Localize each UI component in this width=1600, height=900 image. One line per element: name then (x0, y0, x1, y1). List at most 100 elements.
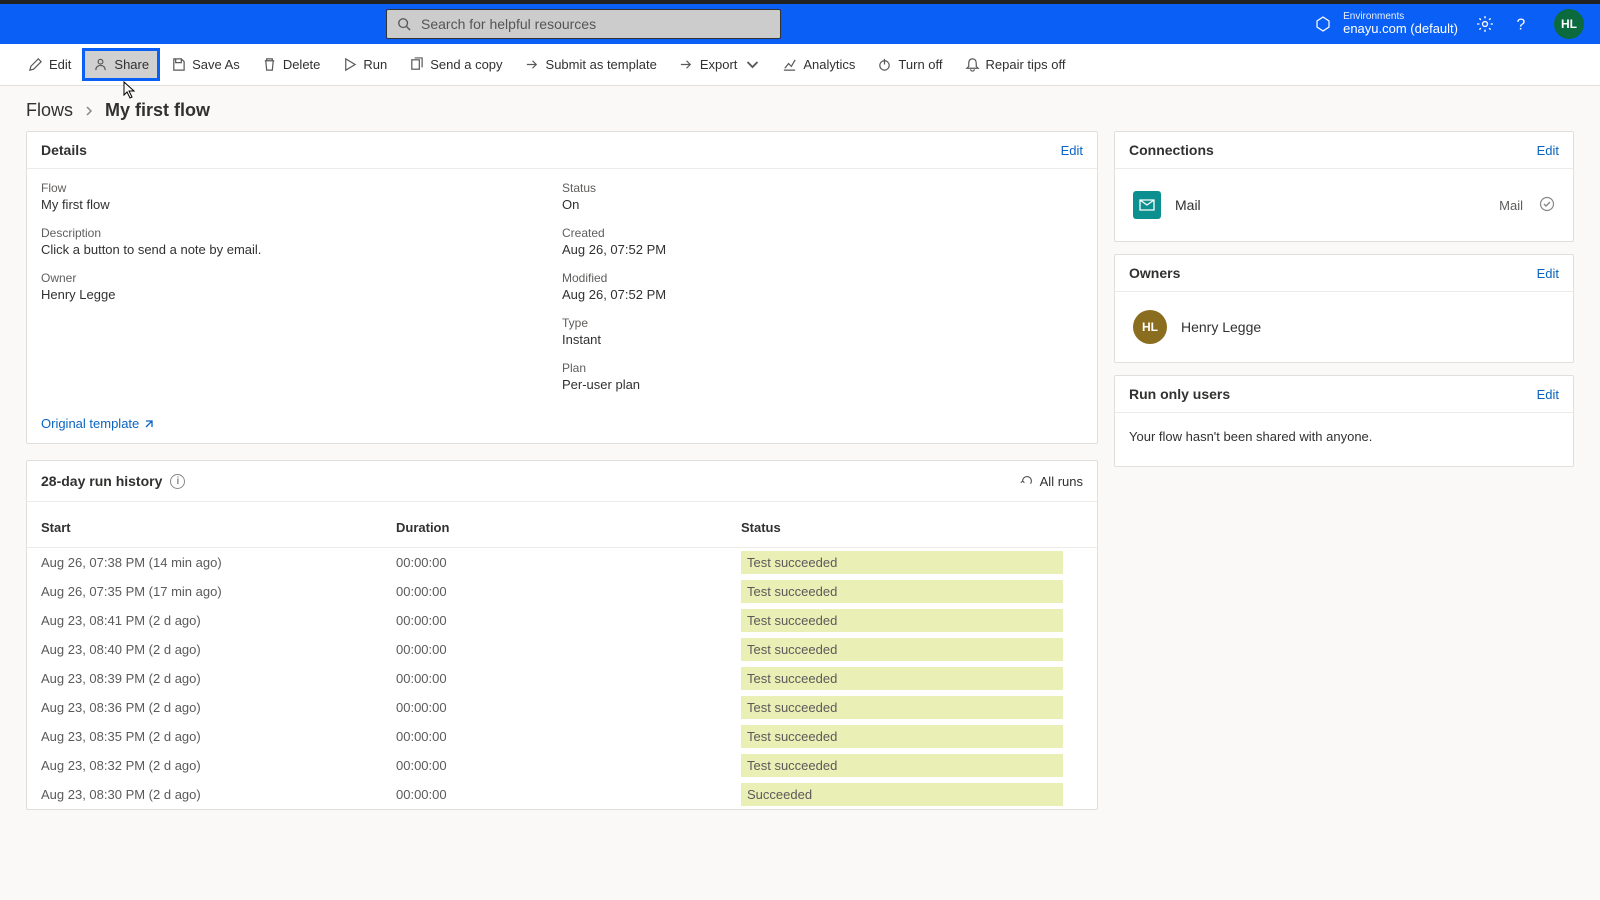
env-label: Environments (1343, 11, 1458, 22)
run-button[interactable]: Run (334, 51, 395, 78)
submit-icon (525, 57, 540, 72)
original-template-link[interactable]: Original template (27, 404, 1097, 443)
submit-template-button[interactable]: Submit as template (517, 51, 665, 78)
run-duration: 00:00:00 (396, 758, 741, 773)
run-status: Test succeeded (741, 667, 1063, 690)
status-label: Status (562, 181, 1083, 195)
run-duration: 00:00:00 (396, 613, 741, 628)
connection-name: Mail (1175, 197, 1499, 213)
check-icon (1539, 196, 1555, 215)
created-value: Aug 26, 07:52 PM (562, 242, 1083, 257)
runs-table: Start Duration Status Aug 26, 07:38 PM (… (27, 502, 1097, 809)
run-duration: 00:00:00 (396, 700, 741, 715)
pencil-icon (28, 57, 43, 72)
runs-title: 28-day run history (41, 473, 162, 489)
type-value: Instant (562, 332, 1083, 347)
run-only-card: Run only users Edit Your flow hasn't bee… (1114, 375, 1574, 467)
connections-title: Connections (1129, 142, 1214, 158)
details-edit-link[interactable]: Edit (1061, 143, 1083, 158)
run-duration: 00:00:00 (396, 787, 741, 802)
table-row[interactable]: Aug 23, 08:36 PM (2 d ago)00:00:00Test s… (27, 693, 1097, 722)
all-runs-link[interactable]: All runs (1020, 474, 1083, 489)
settings-icon[interactable] (1476, 15, 1494, 33)
table-row[interactable]: Aug 23, 08:39 PM (2 d ago)00:00:00Test s… (27, 664, 1097, 693)
svg-text:?: ? (1517, 17, 1526, 33)
run-status: Test succeeded (741, 580, 1063, 603)
run-status: Test succeeded (741, 609, 1063, 632)
edit-button[interactable]: Edit (20, 51, 79, 78)
col-duration: Duration (396, 520, 741, 535)
details-card: Details Edit Flow My first flow Descript… (26, 131, 1098, 444)
table-row[interactable]: Aug 23, 08:32 PM (2 d ago)00:00:00Test s… (27, 751, 1097, 780)
save-icon (171, 57, 186, 72)
search-input[interactable]: Search for helpful resources (386, 9, 781, 39)
share-button[interactable]: Share (85, 51, 157, 78)
breadcrumb-root[interactable]: Flows (26, 100, 73, 121)
chevron-right-icon (83, 105, 95, 117)
description-value: Click a button to send a note by email. (41, 242, 562, 257)
env-name: enayu.com (default) (1343, 22, 1458, 36)
external-link-icon (143, 418, 155, 430)
owner-name: Henry Legge (1181, 319, 1261, 335)
run-only-message: Your flow hasn't been shared with anyone… (1129, 425, 1559, 454)
modified-value: Aug 26, 07:52 PM (562, 287, 1083, 302)
send-copy-button[interactable]: Send a copy (401, 51, 510, 78)
run-start: Aug 23, 08:39 PM (2 d ago) (41, 671, 396, 686)
modified-label: Modified (562, 271, 1083, 285)
owner-avatar: HL (1133, 310, 1167, 344)
turn-off-button[interactable]: Turn off (869, 51, 950, 78)
run-only-title: Run only users (1129, 386, 1230, 402)
run-duration: 00:00:00 (396, 671, 741, 686)
table-row[interactable]: Aug 23, 08:30 PM (2 d ago)00:00:00Succee… (27, 780, 1097, 809)
mail-icon (1133, 191, 1161, 219)
environment-icon (1315, 16, 1331, 32)
repair-tips-button[interactable]: Repair tips off (957, 51, 1074, 78)
top-header: Search for helpful resources Environment… (0, 0, 1600, 44)
details-title: Details (41, 142, 87, 158)
run-start: Aug 23, 08:36 PM (2 d ago) (41, 700, 396, 715)
plan-value: Per-user plan (562, 377, 1083, 392)
user-avatar[interactable]: HL (1554, 9, 1584, 39)
table-row[interactable]: Aug 26, 07:38 PM (14 min ago)00:00:00Tes… (27, 548, 1097, 577)
info-icon[interactable]: i (170, 474, 185, 489)
environment-picker[interactable]: Environments enayu.com (default) (1315, 11, 1458, 36)
run-start: Aug 26, 07:38 PM (14 min ago) (41, 555, 396, 570)
export-button[interactable]: Export (671, 51, 769, 78)
type-label: Type (562, 316, 1083, 330)
run-duration: 00:00:00 (396, 729, 741, 744)
save-as-button[interactable]: Save As (163, 51, 248, 78)
owners-title: Owners (1129, 265, 1180, 281)
flow-label: Flow (41, 181, 562, 195)
help-icon[interactable]: ? (1512, 15, 1530, 33)
table-row[interactable]: Aug 23, 08:35 PM (2 d ago)00:00:00Test s… (27, 722, 1097, 751)
col-start: Start (41, 520, 396, 535)
breadcrumb: Flows My first flow (0, 86, 1600, 131)
command-bar: Edit Share Save As Delete Run Send a cop… (0, 44, 1600, 86)
connections-edit-link[interactable]: Edit (1537, 143, 1559, 158)
run-only-edit-link[interactable]: Edit (1537, 387, 1559, 402)
table-row[interactable]: Aug 23, 08:40 PM (2 d ago)00:00:00Test s… (27, 635, 1097, 664)
delete-button[interactable]: Delete (254, 51, 329, 78)
search-placeholder: Search for helpful resources (421, 16, 596, 32)
connection-row[interactable]: Mail Mail (1129, 181, 1559, 229)
bell-icon (965, 57, 980, 72)
table-row[interactable]: Aug 23, 08:41 PM (2 d ago)00:00:00Test s… (27, 606, 1097, 635)
export-icon (679, 57, 694, 72)
run-duration: 00:00:00 (396, 642, 741, 657)
run-status: Succeeded (741, 783, 1063, 806)
power-icon (877, 57, 892, 72)
play-icon (342, 57, 357, 72)
chevron-down-icon (745, 57, 760, 72)
run-start: Aug 26, 07:35 PM (17 min ago) (41, 584, 396, 599)
owner-row: HL Henry Legge (1129, 304, 1559, 350)
owners-edit-link[interactable]: Edit (1537, 266, 1559, 281)
connection-type: Mail (1499, 198, 1523, 213)
analytics-button[interactable]: Analytics (774, 51, 863, 78)
status-value: On (562, 197, 1083, 212)
refresh-icon (1020, 474, 1034, 488)
flow-value: My first flow (41, 197, 562, 212)
table-row[interactable]: Aug 26, 07:35 PM (17 min ago)00:00:00Tes… (27, 577, 1097, 606)
run-start: Aug 23, 08:40 PM (2 d ago) (41, 642, 396, 657)
analytics-icon (782, 57, 797, 72)
run-history-card: 28-day run history i All runs Start Dura… (26, 460, 1098, 810)
